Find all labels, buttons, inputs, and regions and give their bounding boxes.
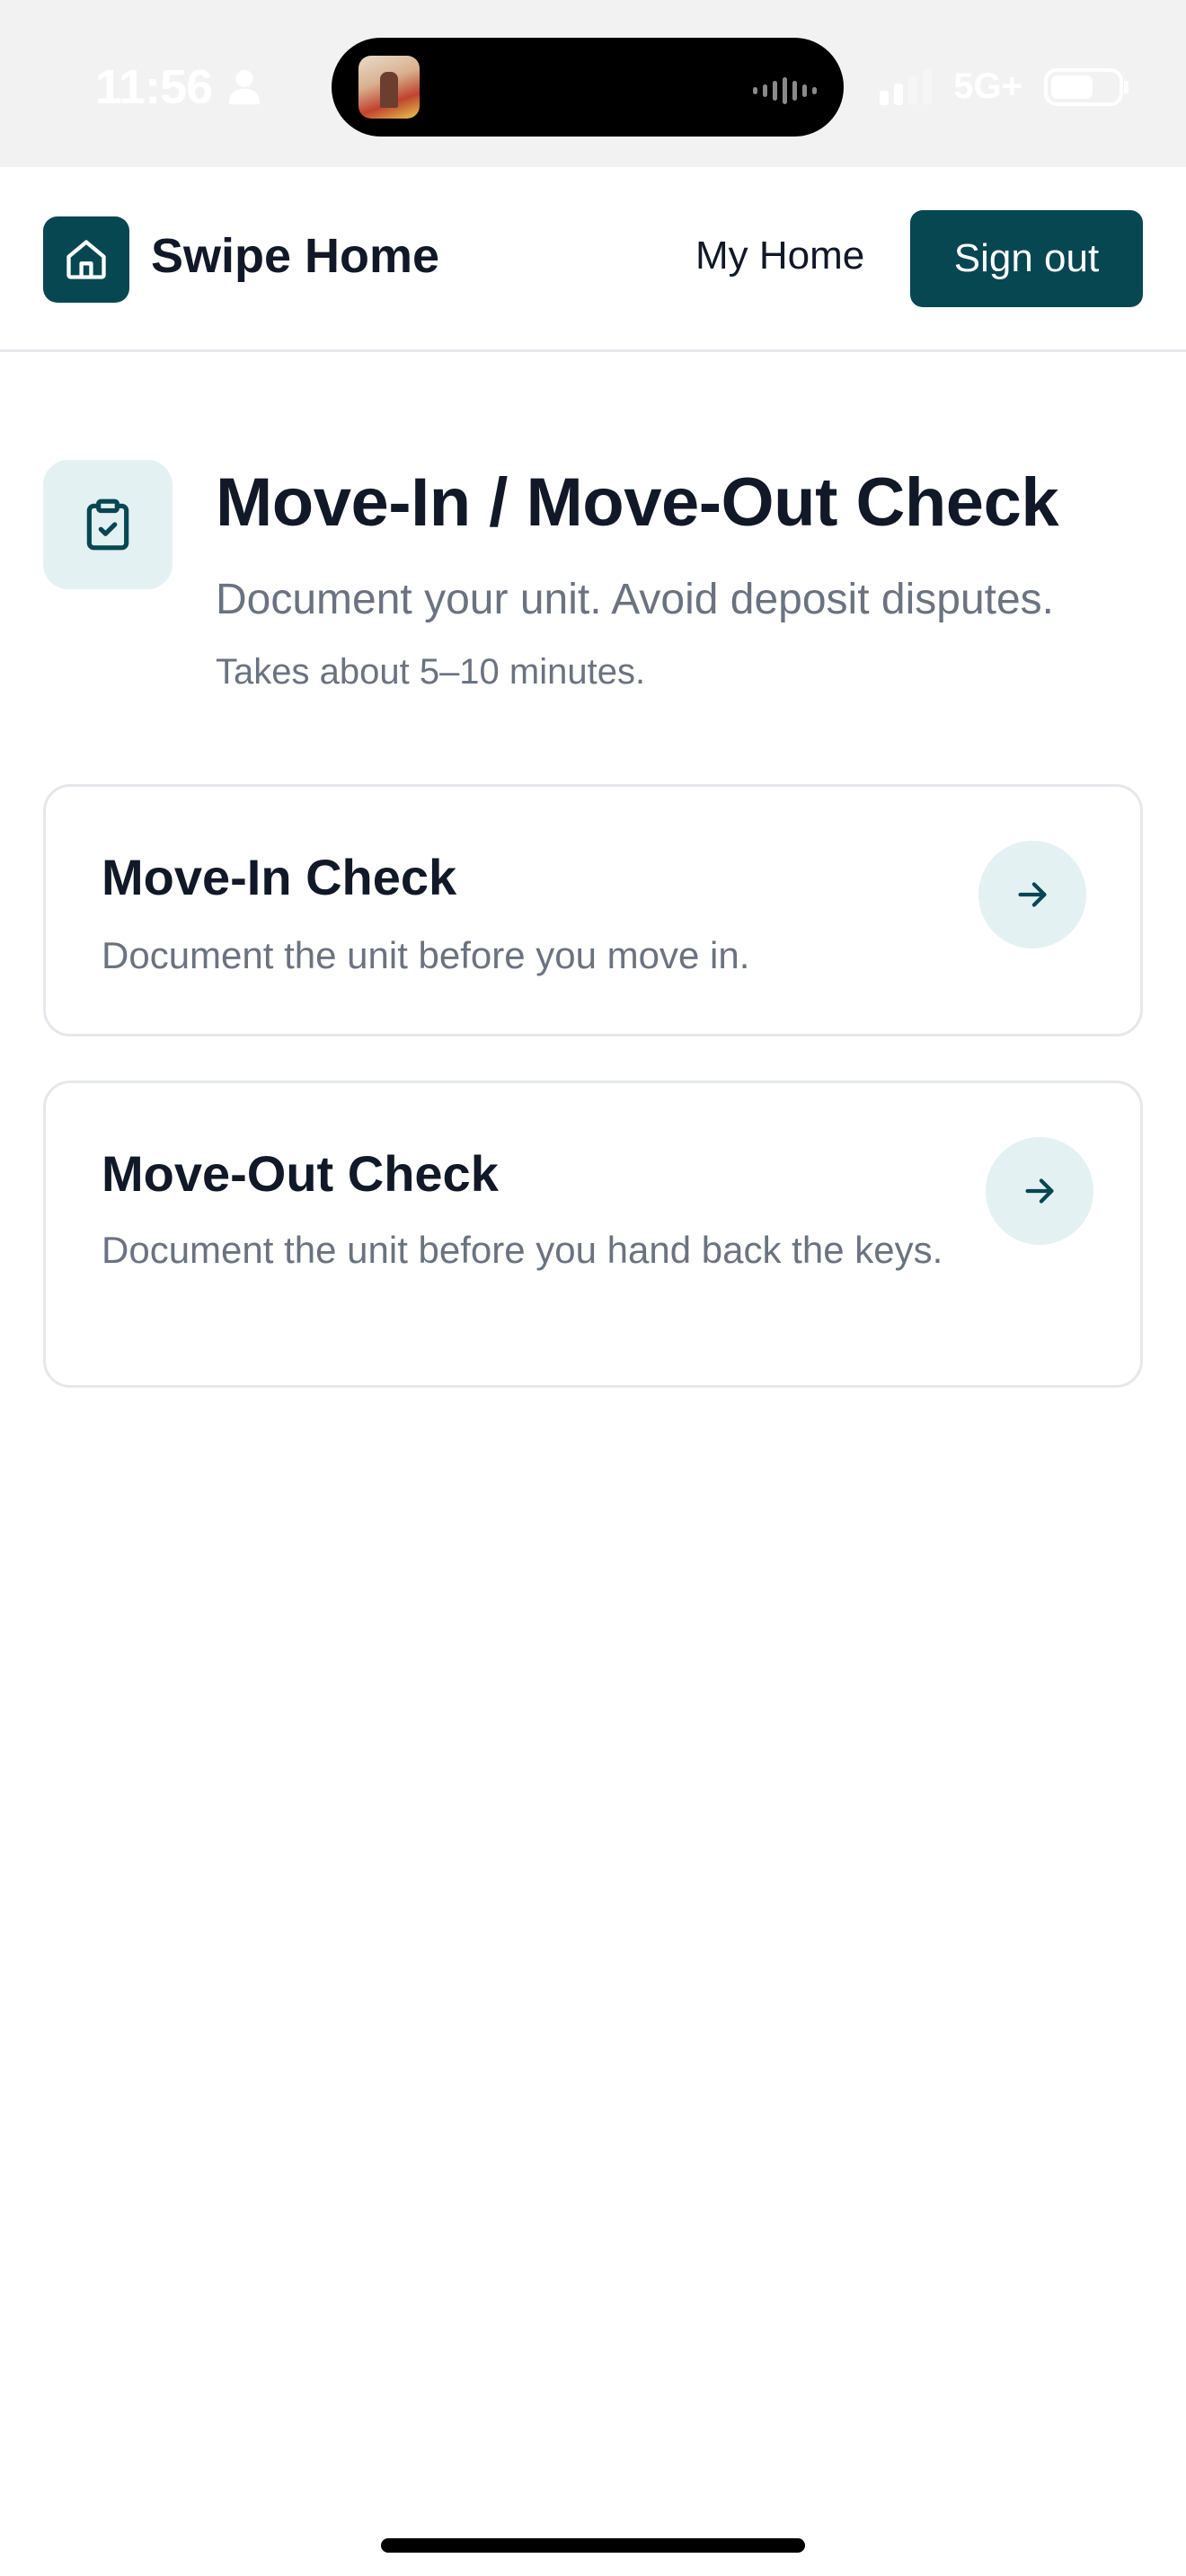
move-out-check-card[interactable]: Move-Out Check Document the unit before … <box>43 1081 1143 1388</box>
signal-icon <box>880 68 933 105</box>
move-in-check-card[interactable]: Move-In Check Document the unit before y… <box>43 784 1143 1037</box>
home-indicator[interactable] <box>381 2538 805 2553</box>
card-description: Document the unit before you move in. <box>102 934 750 976</box>
status-bar: 11:56 5G+ <box>0 0 1186 167</box>
page-icon <box>43 460 173 589</box>
network-type: 5G+ <box>953 66 1022 106</box>
card-description: Document the unit before you hand back t… <box>102 1229 943 1271</box>
move-out-start-button[interactable] <box>986 1137 1093 1245</box>
brand-name[interactable]: Swipe Home <box>151 228 439 284</box>
status-time: 11:56 <box>95 60 213 114</box>
dynamic-island[interactable] <box>332 38 844 137</box>
audio-waveform-icon <box>753 77 817 104</box>
move-in-start-button[interactable] <box>978 841 1086 948</box>
status-indicators: 5G+ <box>880 66 1128 107</box>
app-header: Swipe Home My Home Sign out <box>0 167 1186 352</box>
battery-icon <box>1044 67 1128 106</box>
logo[interactable] <box>43 216 129 303</box>
page-subtitle: Document your unit. Avoid deposit disput… <box>216 576 1054 623</box>
sign-out-button[interactable]: Sign out <box>910 210 1143 307</box>
card-title: Move-In Check <box>102 849 457 905</box>
card-title: Move-Out Check <box>102 1145 499 1202</box>
page-title: Move-In / Move-Out Check <box>216 464 1059 541</box>
arrow-right-icon <box>1018 882 1047 907</box>
house-icon <box>66 240 106 279</box>
duration-note: Takes about 5–10 minutes. <box>216 652 646 692</box>
nav-my-home-link[interactable]: My Home <box>695 234 864 278</box>
clipboard-check-icon <box>86 498 129 551</box>
person-icon <box>228 69 261 105</box>
album-art-thumbnail <box>358 56 420 119</box>
arrow-right-icon <box>1025 1178 1054 1204</box>
